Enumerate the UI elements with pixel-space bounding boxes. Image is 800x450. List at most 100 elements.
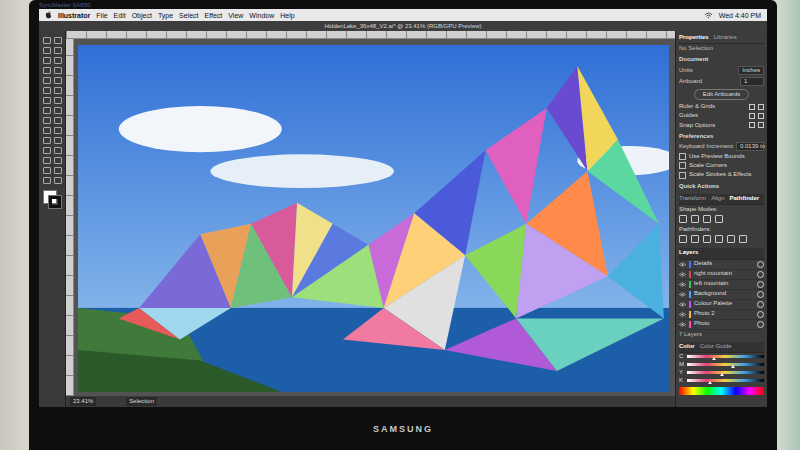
checkbox[interactable] [679, 162, 686, 169]
option-icon[interactable] [749, 113, 755, 119]
tool-icon[interactable] [43, 67, 51, 74]
checkbox-row[interactable]: Scale Corners [679, 161, 764, 170]
menu-item[interactable]: Type [158, 12, 173, 19]
tool-icon[interactable] [43, 97, 51, 104]
menu-item[interactable]: File [96, 12, 107, 19]
checkbox[interactable] [679, 172, 686, 179]
eye-icon[interactable] [679, 302, 686, 307]
panel-tab[interactable]: Align [711, 195, 724, 202]
tool-icon[interactable] [43, 57, 51, 64]
color-spectrum[interactable] [679, 387, 764, 395]
tool-icon[interactable] [43, 167, 51, 174]
zoom-level[interactable]: 23.41% [70, 397, 96, 406]
tool-icon[interactable] [54, 157, 62, 164]
tool-icon[interactable] [54, 117, 62, 124]
shape-mode-icon[interactable] [703, 215, 711, 223]
menu-item[interactable]: Object [132, 12, 152, 19]
tool-icon[interactable] [43, 137, 51, 144]
pathfinder-icon[interactable] [691, 235, 699, 243]
canvas[interactable] [74, 39, 675, 396]
clock[interactable]: Wed 4:40 PM [719, 12, 761, 19]
panel-tab[interactable]: Pathfinder [729, 195, 759, 202]
tool-icon[interactable] [54, 177, 62, 184]
field-value[interactable]: Inches [738, 66, 764, 75]
artwork-image[interactable] [78, 45, 669, 392]
slider-thumb[interactable] [731, 365, 735, 368]
layer-target-icon[interactable] [757, 311, 764, 318]
panel-tab[interactable]: Color Guide [700, 343, 732, 350]
shape-mode-icon[interactable] [679, 215, 687, 223]
color-slider[interactable] [687, 371, 764, 374]
pathfinder-icon[interactable] [727, 235, 735, 243]
tool-icon[interactable] [54, 147, 62, 154]
option-icon[interactable] [758, 104, 764, 110]
layer-row[interactable]: Background [679, 290, 764, 300]
shape-mode-icon[interactable] [691, 215, 699, 223]
color-slider[interactable] [687, 363, 764, 366]
field-value[interactable]: 1 [740, 77, 764, 86]
tool-icon[interactable] [54, 57, 62, 64]
color-slider[interactable] [687, 379, 764, 382]
tool-icon[interactable] [43, 37, 51, 44]
edit-artboards-button[interactable]: Edit Artboards [694, 89, 750, 100]
panel-tab[interactable]: Transform [679, 195, 706, 202]
layer-target-icon[interactable] [757, 261, 764, 268]
eye-icon[interactable] [679, 322, 686, 327]
layer-row[interactable]: Details [679, 260, 764, 270]
checkbox-row[interactable]: Scale Strokes & Effects [679, 170, 764, 179]
option-icon[interactable] [758, 122, 764, 128]
tool-icon[interactable] [43, 77, 51, 84]
tool-icon[interactable] [54, 127, 62, 134]
eye-icon[interactable] [679, 262, 686, 267]
tool-icon[interactable] [43, 107, 51, 114]
option-icon[interactable] [749, 104, 755, 110]
eye-icon[interactable] [679, 272, 686, 277]
layer-target-icon[interactable] [757, 301, 764, 308]
tool-icon[interactable] [54, 97, 62, 104]
layer-target-icon[interactable] [757, 291, 764, 298]
increment-value[interactable]: 0.0139 in [736, 142, 764, 151]
checkbox-row[interactable]: Use Preview Bounds [679, 152, 764, 161]
layers-title[interactable]: Layers [679, 249, 698, 256]
tool-icon[interactable] [54, 137, 62, 144]
pathfinder-icon[interactable] [739, 235, 747, 243]
menu-item[interactable]: View [228, 12, 243, 19]
color-slider[interactable] [687, 355, 764, 358]
layer-row[interactable]: left mountain [679, 280, 764, 290]
layer-target-icon[interactable] [757, 321, 764, 328]
eye-icon[interactable] [679, 312, 686, 317]
slider-thumb[interactable] [712, 357, 716, 360]
apple-icon[interactable] [45, 11, 52, 19]
menu-item[interactable]: Edit [114, 12, 126, 19]
menu-item[interactable]: Window [249, 12, 274, 19]
layer-row[interactable]: Photo 2 [679, 310, 764, 320]
menu-item[interactable]: Select [179, 12, 198, 19]
tool-icon[interactable] [54, 47, 62, 54]
stroke-swatch-icon[interactable] [49, 196, 61, 208]
layer-target-icon[interactable] [757, 271, 764, 278]
tool-icon[interactable] [54, 67, 62, 74]
slider-thumb[interactable] [708, 381, 712, 384]
menu-item[interactable]: Effect [205, 12, 223, 19]
tool-icon[interactable] [54, 87, 62, 94]
slider-thumb[interactable] [720, 373, 724, 376]
tool-icon[interactable] [54, 37, 62, 44]
tool-icon[interactable] [43, 127, 51, 134]
panel-tab[interactable]: Color [679, 343, 695, 350]
layer-row[interactable]: right mountain [679, 270, 764, 280]
pathfinder-icon[interactable] [703, 235, 711, 243]
tool-icon[interactable] [43, 87, 51, 94]
current-tool[interactable]: Selection [126, 397, 157, 406]
eye-icon[interactable] [679, 282, 686, 287]
tool-icon[interactable] [54, 167, 62, 174]
panel-tab[interactable]: Libraries [714, 34, 737, 41]
shape-mode-icon[interactable] [715, 215, 723, 223]
tool-icon[interactable] [43, 117, 51, 124]
menu-item[interactable]: Illustrator [58, 12, 90, 19]
tool-icon[interactable] [43, 157, 51, 164]
menu-item[interactable]: Help [280, 12, 294, 19]
layer-target-icon[interactable] [757, 281, 764, 288]
eye-icon[interactable] [679, 292, 686, 297]
tool-icon[interactable] [54, 107, 62, 114]
panel-tab[interactable]: Properties [679, 34, 709, 41]
